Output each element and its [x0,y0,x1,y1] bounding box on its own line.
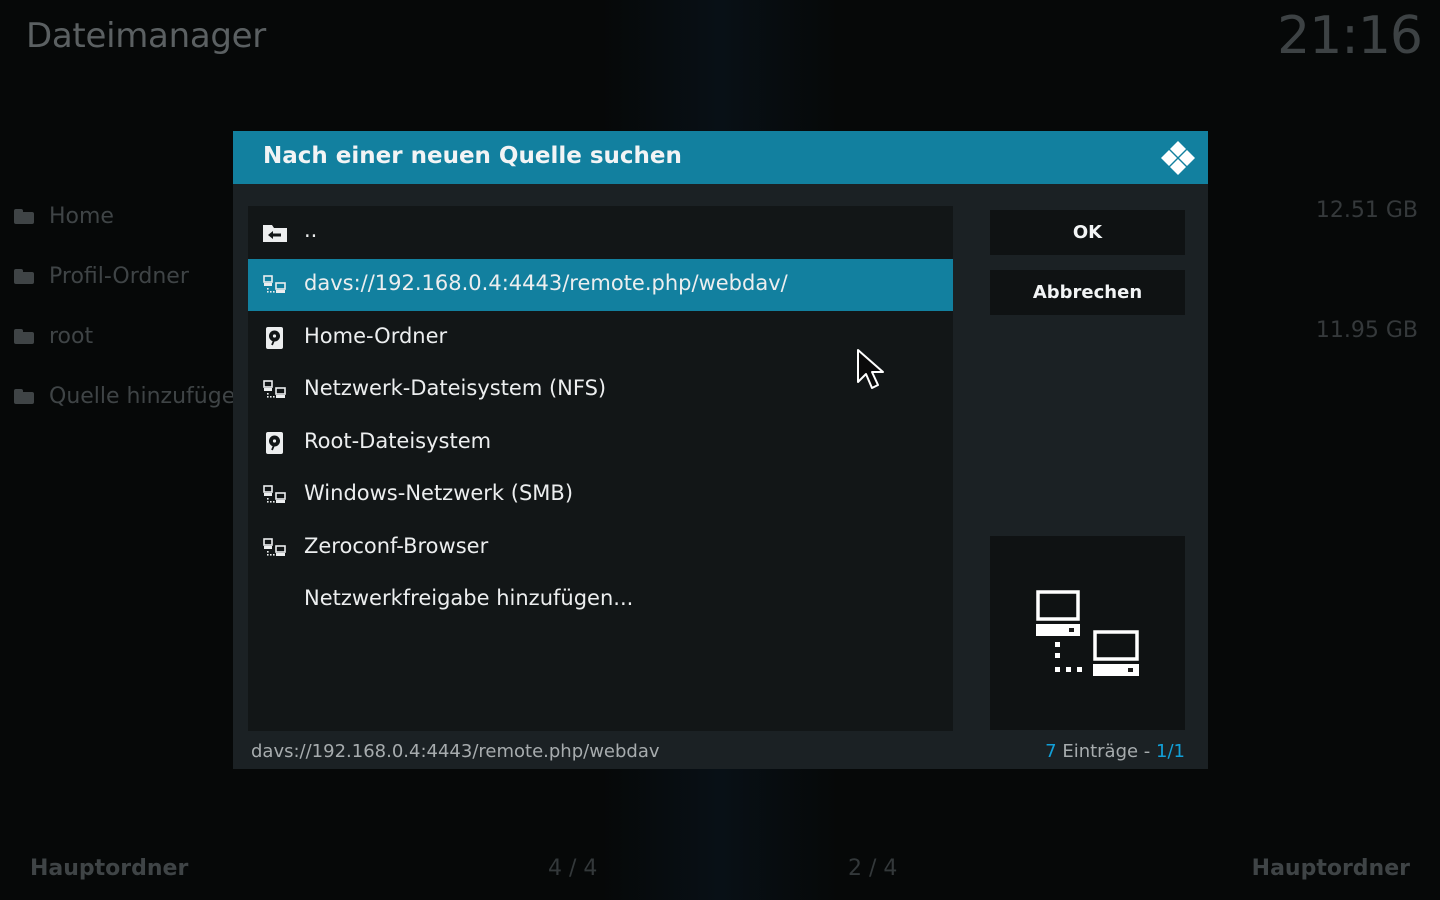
source-label: Profil-Ordner [49,263,189,289]
network-computers-icon [1036,590,1139,676]
list-item-add-network-share[interactable]: Netzwerkfreigabe hinzufügen... [248,574,953,626]
list-item-root-filesystem[interactable]: Root-Dateisystem [248,417,953,469]
preview-thumbnail [990,536,1185,730]
footer-right-count: 2 / 4 [848,856,898,881]
list-item-zeroconf[interactable]: Zeroconf-Browser [248,522,953,574]
item-count: 7 Einträge - 1/1 [1045,741,1185,762]
list-item-webdav[interactable]: davs://192.168.0.4:4443/remote.php/webda… [248,259,953,311]
source-list: Home Profil-Ordner root Quelle hinzufüge [0,186,240,426]
network-icon [263,485,286,503]
item-count-number: 7 [1045,741,1057,762]
parent-folder-icon [263,225,287,242]
harddisk-icon [266,327,283,349]
list-item-home-folder[interactable]: Home-Ordner [248,312,953,364]
list-item-label: Root-Dateisystem [304,429,492,453]
harddisk-icon [266,432,283,454]
kodi-logo-icon[interactable] [1160,140,1196,176]
source-item-add[interactable]: Quelle hinzufüge [0,366,240,426]
current-path: davs://192.168.0.4:4443/remote.php/webda… [251,741,660,762]
page-indicator: 1/1 [1156,741,1185,762]
ok-button[interactable]: OK [990,210,1185,255]
folder-icon [14,328,34,344]
folder-icon [14,268,34,284]
network-icon [263,538,286,556]
network-icon [263,380,286,398]
folder-icon [14,208,34,224]
list-item-label: davs://192.168.0.4:4443/remote.php/webda… [304,271,788,295]
source-label: root [49,323,94,349]
list-item-label: Netzwerkfreigabe hinzufügen... [304,586,634,610]
dialog-header: Nach einer neuen Quelle suchen [233,131,1208,184]
network-icon [263,275,286,293]
dialog-title: Nach einer neuen Quelle suchen [263,143,682,169]
list-item-nfs[interactable]: Netzwerk-Dateisystem (NFS) [248,364,953,416]
footer-right-label: Hauptordner [1251,856,1410,881]
list-item-parent[interactable]: .. [248,206,953,258]
cancel-button[interactable]: Abbrechen [990,270,1185,315]
source-browser-list: .. davs://192.168.0.4:4443/remote.php/we… [248,206,953,731]
list-item-label: .. [304,218,318,242]
clock: 21:16 [1277,6,1423,66]
source-item-profile[interactable]: Profil-Ordner [0,246,240,306]
folder-icon [14,388,34,404]
list-item-label: Home-Ordner [304,324,448,348]
item-count-text: Einträge - [1056,741,1157,762]
source-item-home[interactable]: Home [0,186,240,246]
source-item-root[interactable]: root [0,306,240,366]
mouse-cursor-icon [857,349,884,389]
source-size: 12.51 GB [1315,198,1418,223]
source-label: Home [49,203,114,229]
footer-left-label: Hauptordner [30,856,189,881]
list-item-smb[interactable]: Windows-Netzwerk (SMB) [248,469,953,521]
browse-source-dialog: Nach einer neuen Quelle suchen .. davs:/… [233,131,1208,769]
list-item-label: Zeroconf-Browser [304,534,489,558]
source-size: 11.95 GB [1315,318,1418,343]
source-label: Quelle hinzufüge [49,383,236,409]
footer-left-count: 4 / 4 [548,856,598,881]
list-item-label: Netzwerk-Dateisystem (NFS) [304,376,607,400]
list-item-label: Windows-Netzwerk (SMB) [304,481,574,505]
page-title: Dateimanager [26,16,266,56]
